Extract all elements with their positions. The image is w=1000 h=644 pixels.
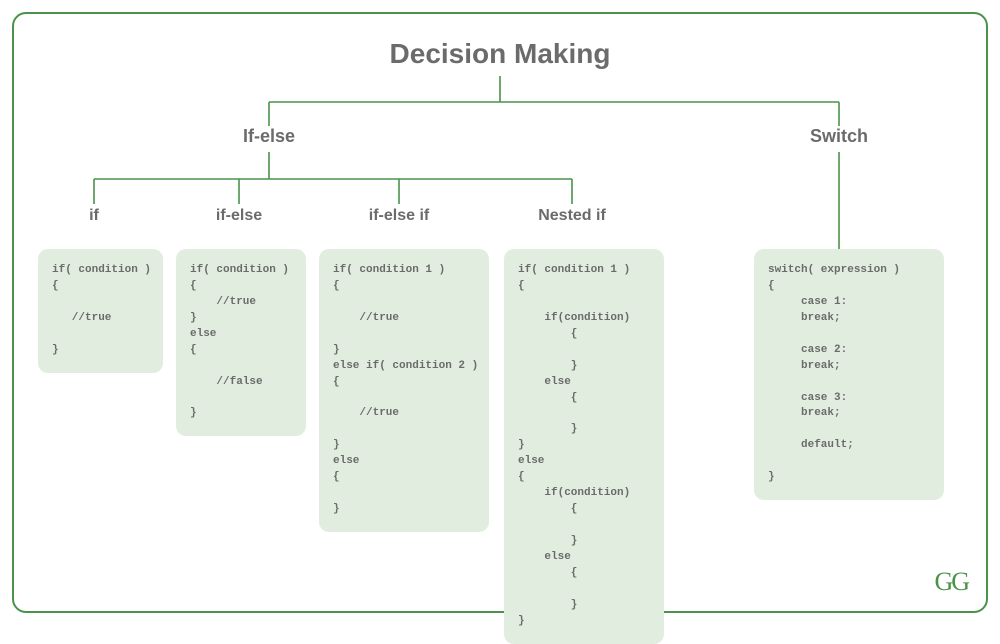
leaf-if-else-if: if-else if — [369, 207, 429, 225]
code-nested-if: if( condition 1 ) { if(condition) { } el… — [504, 249, 664, 644]
branch-switch: Switch — [810, 126, 868, 147]
code-if-else-if: if( condition 1 ) { //true } else if( co… — [319, 249, 489, 532]
branch-if-else: If-else — [243, 126, 295, 147]
code-if-else: if( condition ) { //true } else { //fals… — [176, 249, 306, 436]
leaf-if: if — [89, 207, 99, 225]
diagram-frame: Decision Making If-else Switch if if-els… — [12, 12, 988, 613]
code-if: if( condition ) { //true } — [38, 249, 163, 373]
leaf-nested-if: Nested if — [538, 207, 606, 225]
leaf-if-else: if-else — [216, 207, 262, 225]
code-switch: switch( expression ) { case 1: break; ca… — [754, 249, 944, 500]
gfg-logo: GG — [934, 567, 968, 597]
page-title: Decision Making — [14, 38, 986, 70]
